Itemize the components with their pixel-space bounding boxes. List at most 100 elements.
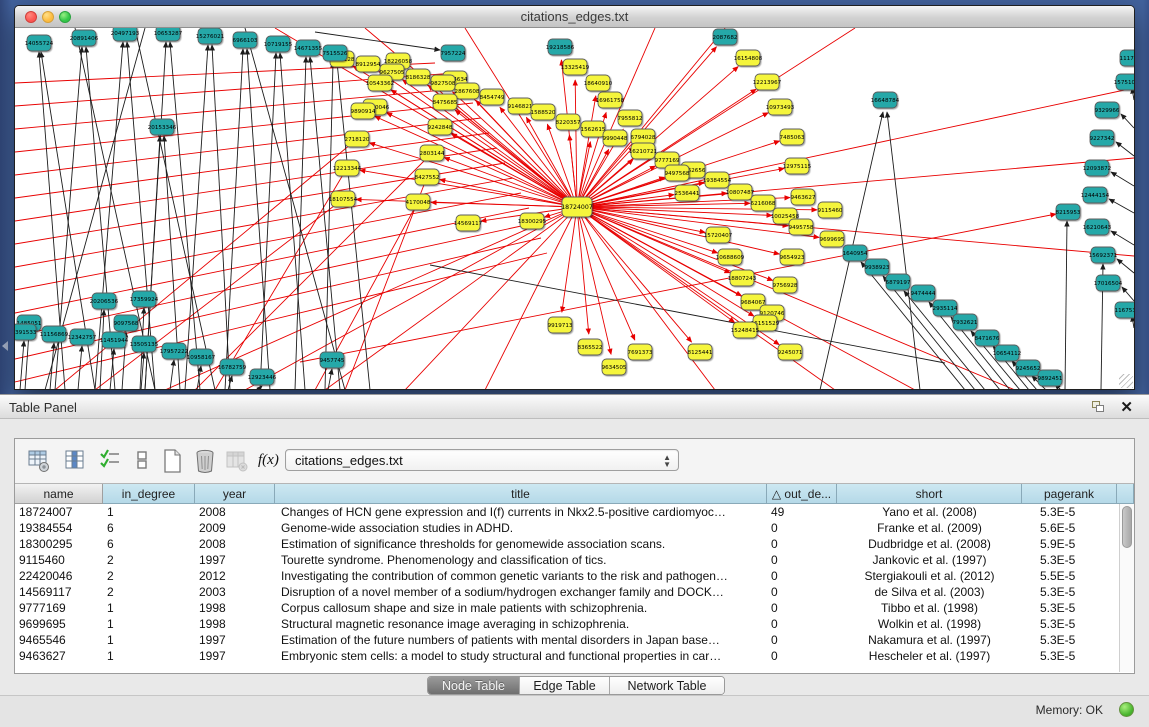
table-cell[interactable]: 5.5E-5 <box>1022 568 1117 584</box>
table-cell[interactable]: Stergiakouli et al. (2012) <box>837 568 1022 584</box>
graph-node[interactable]: 13505135 <box>130 336 159 352</box>
table-cell[interactable]: 5.9E-5 <box>1022 536 1117 552</box>
graph-node[interactable]: 9391533 <box>15 324 37 340</box>
table-cell[interactable]: Genome-wide association studies in ADHD. <box>275 520 767 536</box>
graph-node[interactable]: 9938923 <box>865 259 890 275</box>
table-cell[interactable]: 5.3E-5 <box>1022 504 1117 520</box>
graph-node[interactable]: 10719155 <box>264 36 293 52</box>
graph-node[interactable]: 2935114 <box>933 300 958 316</box>
table-cell[interactable]: 18300295 <box>15 536 103 552</box>
new-document-icon[interactable] <box>160 448 184 474</box>
graph-node[interactable]: 18807243 <box>728 270 757 286</box>
table-row[interactable]: 1830029562008Estimation of significance … <box>15 536 1119 552</box>
graph-node[interactable]: 15276021 <box>196 28 225 44</box>
column-header-out_de[interactable]: △ out_de... <box>767 484 837 504</box>
graph-node[interactable]: 20206536 <box>90 293 119 309</box>
graph-node[interactable]: 1117604 <box>1120 50 1134 66</box>
graph-node[interactable]: 11451944 <box>100 332 129 348</box>
window-resize-grip[interactable] <box>1119 374 1133 388</box>
scrollbar-thumb[interactable] <box>1122 506 1132 548</box>
graph-node[interactable]: 8186328 <box>406 69 431 85</box>
graph-node[interactable]: 17957222 <box>160 343 188 359</box>
graph-node[interactable]: 8220357 <box>556 114 581 130</box>
graph-node[interactable]: 7955812 <box>618 110 643 126</box>
table-cell[interactable]: 5.3E-5 <box>1022 616 1117 632</box>
graph-node[interactable]: 19218586 <box>546 39 575 55</box>
table-cell[interactable]: 0 <box>767 648 837 664</box>
float-panel-icon[interactable] <box>1092 401 1105 413</box>
table-cell[interactable]: 9463627 <box>15 648 103 664</box>
table-cell[interactable]: 0 <box>767 520 837 536</box>
graph-node[interactable]: 12213344 <box>333 160 362 176</box>
table-cell[interactable]: 2009 <box>195 520 275 536</box>
graph-node[interactable]: 20497193 <box>111 28 140 41</box>
table-settings-icon[interactable] <box>27 448 51 474</box>
network-canvas[interactable]: 1872400786011288912954182260589627505105… <box>15 28 1134 389</box>
graph-node[interactable]: 8475685 <box>433 94 458 110</box>
table-cell[interactable]: Estimation of significance thresholds fo… <box>275 536 767 552</box>
table-row[interactable]: 911546021997Tourette syndrome. Phenomeno… <box>15 552 1119 568</box>
table-cell[interactable]: 5.3E-5 <box>1022 632 1117 648</box>
graph-node[interactable]: 19384554 <box>703 172 732 188</box>
network-window[interactable]: citations_edges.txt 18724007860112889129… <box>14 5 1135 390</box>
graph-node[interactable]: 9457745 <box>320 352 345 368</box>
table-cell[interactable]: 5.3E-5 <box>1022 648 1117 664</box>
table-cell[interactable]: 0 <box>767 616 837 632</box>
graph-node[interactable]: 9495758 <box>789 219 814 235</box>
graph-node[interactable]: 8365522 <box>578 339 603 355</box>
graph-node[interactable]: 9146821 <box>508 98 533 114</box>
graph-node[interactable]: 16210721 <box>629 143 658 159</box>
graph-node[interactable]: 9245071 <box>778 344 803 360</box>
graph-node[interactable]: 9474444 <box>911 285 936 301</box>
graph-node[interactable]: 10543362 <box>366 75 394 91</box>
table-cell[interactable]: 1998 <box>195 616 275 632</box>
table-row[interactable]: 977716911998Corpus callosum shape and si… <box>15 600 1119 616</box>
graph-node[interactable]: 8471676 <box>975 330 1000 346</box>
table-cell[interactable]: 5.3E-5 <box>1022 584 1117 600</box>
graph-node[interactable]: 2867608 <box>455 83 480 99</box>
close-panel-icon[interactable]: ✕ <box>1120 398 1133 416</box>
table-cell[interactable]: Investigating the contribution of common… <box>275 568 767 584</box>
graph-node[interactable]: 20153346 <box>148 119 177 135</box>
table-cell[interactable]: Embryonic stem cells: a model to study s… <box>275 648 767 664</box>
table-cell[interactable]: Jankovic et al. (1997) <box>837 552 1022 568</box>
graph-node[interactable]: 9329966 <box>1095 102 1120 118</box>
table-cell[interactable]: Dudbridge et al. (2008) <box>837 536 1022 552</box>
table-cell[interactable]: 49 <box>767 504 837 520</box>
table-cell[interactable]: 1 <box>103 504 195 520</box>
graph-node[interactable]: 10958167 <box>187 349 216 365</box>
column-header-name[interactable]: name <box>15 484 103 504</box>
graph-node[interactable]: 16961758 <box>596 92 625 108</box>
table-row[interactable]: 946362711997Embryonic stem cells: a mode… <box>15 648 1119 664</box>
table-cell[interactable]: Estimation of the future numbers of pati… <box>275 632 767 648</box>
graph-node[interactable]: 1562615 <box>581 121 606 137</box>
tab-node-table[interactable]: Node Table <box>428 677 520 694</box>
graph-node[interactable]: 9497568 <box>665 165 690 181</box>
graph-node[interactable]: 6966103 <box>233 32 258 48</box>
table-row[interactable]: 1872400712008Changes of HCN gene express… <box>15 504 1119 520</box>
rows-icon[interactable] <box>130 448 154 474</box>
table-cell[interactable]: 1997 <box>195 552 275 568</box>
graph-node[interactable]: 12342757 <box>68 329 97 345</box>
table-cell[interactable]: 5.3E-5 <box>1022 600 1117 616</box>
table-cell[interactable]: 6 <box>103 520 195 536</box>
table-cell[interactable]: 0 <box>767 584 837 600</box>
graph-node[interactable]: 9097568 <box>114 315 139 331</box>
table-cell[interactable]: 1 <box>103 632 195 648</box>
table-cell[interactable]: de Silva et al. (2003) <box>837 584 1022 600</box>
column-header-in_degree[interactable]: in_degree <box>103 484 195 504</box>
table-cell[interactable]: 0 <box>767 632 837 648</box>
graph-node[interactable]: 7691373 <box>628 344 653 360</box>
table-cell[interactable]: Structural magnetic resonance image aver… <box>275 616 767 632</box>
graph-node[interactable]: 14671355 <box>294 40 323 56</box>
graph-node[interactable]: 15720407 <box>704 227 733 243</box>
table-cell[interactable]: 1998 <box>195 600 275 616</box>
graph-hub-node[interactable]: 18724007 <box>561 197 593 217</box>
table-cell[interactable]: 2 <box>103 552 195 568</box>
graph-node[interactable]: 17016504 <box>1094 275 1123 291</box>
graph-node[interactable]: 12923446 <box>248 369 277 385</box>
graph-node[interactable]: 9227342 <box>1090 130 1115 146</box>
graph-node[interactable]: 8215953 <box>1056 204 1081 220</box>
graph-node[interactable]: 16648784 <box>871 92 900 108</box>
graph-node[interactable]: 2803144 <box>420 145 445 161</box>
